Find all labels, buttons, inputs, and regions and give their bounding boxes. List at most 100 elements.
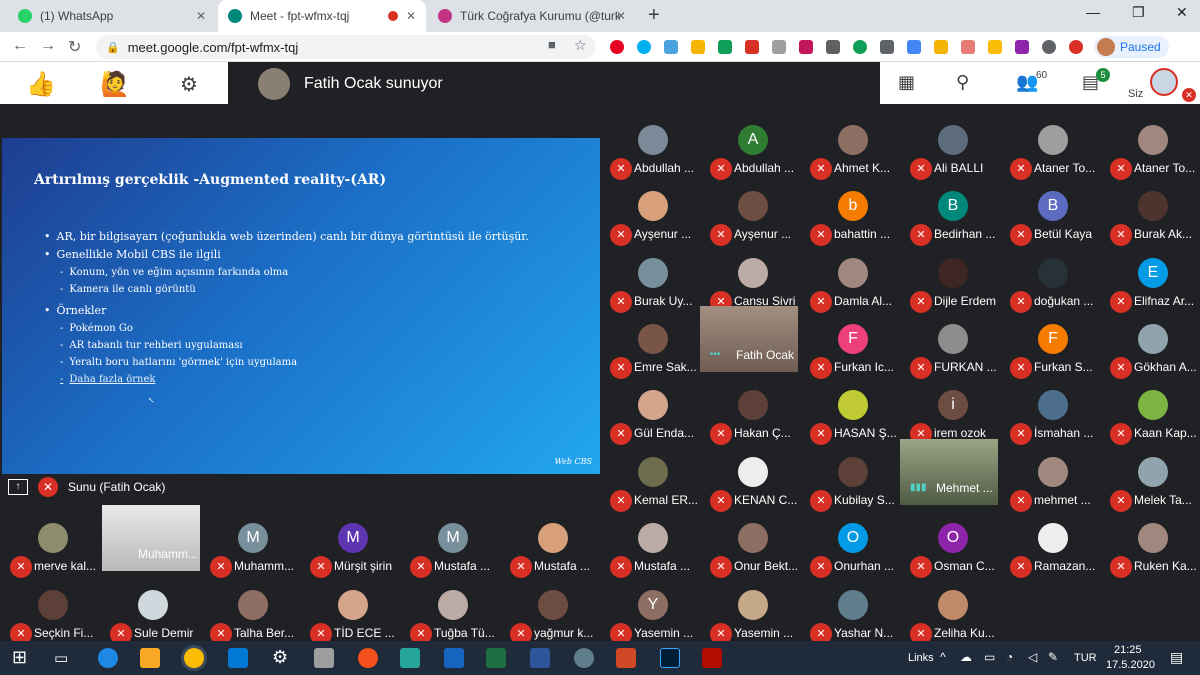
notification-icon[interactable]: ▤ [1170,649,1183,666]
participant-tile[interactable]: ✕ Ataner To... [1004,123,1104,189]
camera-icon[interactable]: ■ [548,37,556,52]
video-tile[interactable]: ••• Fatih Ocak [700,306,798,372]
pinterest-icon[interactable] [610,40,624,54]
cloud-icon[interactable] [664,40,678,54]
participant-tile[interactable]: O ✕ Onurhan ... [804,521,904,587]
clock-time[interactable]: 21:25 [1114,644,1142,656]
forward-icon[interactable]: → [40,37,56,55]
participant-tile[interactable]: ✕ Ataner To... [1104,123,1200,189]
pen-icon[interactable]: ✎ [1048,650,1058,664]
task-view-icon[interactable]: ▭ [54,649,68,667]
extension-icon[interactable] [1069,40,1083,54]
reload-icon[interactable]: ↻ [68,37,81,57]
participant-tile[interactable]: B ✕ Bedirhan ... [904,189,1004,255]
chevron-up-icon[interactable]: ^ [940,650,946,664]
clock-date[interactable]: 17.5.2020 [1106,659,1155,671]
tab-meet[interactable]: Meet - fpt-wfmx-tqj ✕ [218,0,426,32]
classroom-icon[interactable] [718,40,732,54]
close-window-icon[interactable]: ✕ [1176,4,1188,21]
participant-tile[interactable]: M ✕ Mürşit şirin [304,521,404,587]
participant-tile[interactable]: ✕ Mustafa ... [604,521,704,587]
new-tab-button[interactable]: + [648,4,660,27]
participant-tile[interactable]: ✕ HASAN Ş... [804,388,904,454]
skype-icon[interactable] [637,40,651,54]
edge-icon[interactable] [98,648,118,668]
participant-tile[interactable]: O ✕ Osman C... [904,521,1004,587]
participant-tile[interactable]: E ✕ Elifnaz Ar... [1104,256,1200,322]
acrobat-icon[interactable] [702,648,722,668]
participant-tile[interactable]: ✕ FURKAN ... [904,322,1004,388]
minimize-icon[interactable]: — [1086,4,1100,20]
extension-icon[interactable] [880,40,894,54]
participant-tile[interactable]: ✕ Onur Bekt... [704,521,804,587]
present-icon[interactable]: ↑ [8,479,28,495]
links-toolbar[interactable]: Links [908,652,934,664]
grid-layout-icon[interactable]: ▦ [898,72,915,93]
participant-tile[interactable]: ✕ Kaan Kap... [1104,388,1200,454]
snip-icon[interactable] [358,648,378,668]
thumbs-up-icon[interactable]: 👍 [26,70,56,99]
participant-tile[interactable]: ✕ Ayşenur ... [704,189,804,255]
extension-icon[interactable] [772,40,786,54]
windows-start-icon[interactable]: ⊞ [12,647,27,668]
outlook-icon[interactable] [228,648,248,668]
gear-icon[interactable]: ⚙ [272,647,288,668]
participant-tile[interactable]: ✕ mehmet ... [1004,455,1104,521]
profile-button[interactable]: Paused [1094,36,1169,58]
participant-tile[interactable]: ✕ Ruken Ka... [1104,521,1200,587]
slide-link[interactable]: Daha fazla örnek [54,371,529,388]
gmail-icon[interactable] [745,40,759,54]
cloud-icon[interactable]: ☁ [960,650,972,664]
wifi-icon[interactable]: ◔ [1006,650,1013,664]
video-tile[interactable]: Muhamm... [102,505,200,571]
hangouts-icon[interactable] [853,40,867,54]
volume-icon[interactable]: ◁ [1028,650,1037,664]
self-avatar[interactable] [1150,68,1178,96]
gear-icon[interactable]: ⚙ [180,72,198,97]
chrome-icon[interactable] [184,648,204,668]
extension-icon[interactable] [1015,40,1029,54]
participant-tile[interactable]: ✕ Burak Ak... [1104,189,1200,255]
participant-tile[interactable]: ✕ Ramazan... [1004,521,1104,587]
file-explorer-icon[interactable] [140,648,160,668]
tab-whatsapp[interactable]: (1) WhatsApp ✕ [8,0,216,32]
participant-tile[interactable]: ✕ Emre Sak... [604,322,704,388]
star-icon[interactable]: ☆ [574,37,587,54]
back-icon[interactable]: ← [12,37,28,55]
app-icon[interactable] [574,648,594,668]
participant-tile[interactable]: ✕ Ali BALLI [904,123,1004,189]
participant-tile[interactable]: ✕ Burak Uy... [604,256,704,322]
extension-icon[interactable] [1042,40,1056,54]
participant-tile[interactable]: F ✕ Furkan Ic... [804,322,904,388]
close-tab-icon[interactable]: ✕ [406,9,416,23]
participant-tile[interactable]: b ✕ bahattin ... [804,189,904,255]
calculator-icon[interactable] [314,648,334,668]
close-tab-icon[interactable]: ✕ [196,9,206,23]
participant-tile[interactable]: ✕ Dijle Erdem [904,256,1004,322]
language-indicator[interactable]: TUR [1074,652,1097,664]
word-icon[interactable] [530,648,550,668]
drive-icon[interactable] [691,40,705,54]
participant-tile[interactable]: F ✕ Furkan S... [1004,322,1104,388]
participant-tile[interactable]: ✕ Gül Enda... [604,388,704,454]
photoshop-icon[interactable] [660,648,680,668]
extension-icon[interactable] [961,40,975,54]
excel-icon[interactable] [486,648,506,668]
participant-tile[interactable]: M ✕ Mustafa ... [404,521,504,587]
participant-tile[interactable]: ✕ doğukan ... [1004,256,1104,322]
app-icon[interactable] [400,648,420,668]
participant-tile[interactable]: A ✕ Abdullah ... [704,123,804,189]
participant-tile[interactable]: ✕ Gökhan A... [1104,322,1200,388]
thumbs-up-icon[interactable] [934,40,948,54]
participant-tile[interactable]: ✕ merve kal... [4,521,104,587]
close-tab-icon[interactable]: ✕ [616,9,626,23]
app-icon[interactable] [444,648,464,668]
participant-tile[interactable]: ✕ Ayşenur ... [604,189,704,255]
participant-tile[interactable]: ✕ KENAN C... [704,455,804,521]
raise-hand-icon[interactable]: 🙋 [100,70,130,99]
participant-tile[interactable]: ✕ Abdullah ... [604,123,704,189]
participant-tile[interactable]: ✕ Mustafa ... [504,521,604,587]
maximize-icon[interactable]: ❐ [1132,4,1145,21]
participant-tile[interactable]: ✕ Hakan Ç... [704,388,804,454]
extension-icon[interactable] [826,40,840,54]
